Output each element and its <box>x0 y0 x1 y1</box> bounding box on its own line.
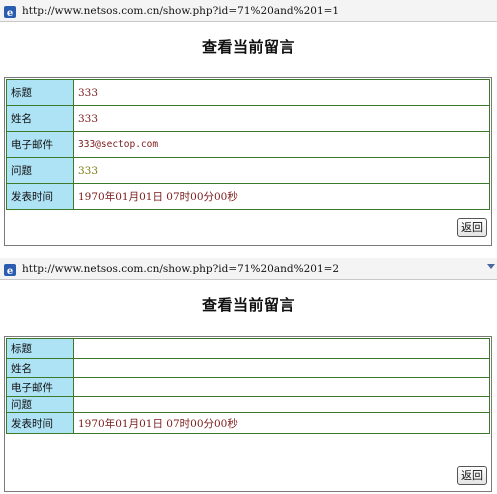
screen-false-condition: e http://www.netsos.com.cn/show.php?id=7… <box>0 258 497 494</box>
table-row: 电子邮件 333@sectop.com <box>6 131 490 158</box>
screen-true-condition: e http://www.netsos.com.cn/show.php?id=7… <box>0 0 497 248</box>
address-bar[interactable]: e http://www.netsos.com.cn/show.php?id=7… <box>0 0 497 22</box>
address-bar[interactable]: e http://www.netsos.com.cn/show.php?id=7… <box>0 258 497 280</box>
ie-page-icon: e <box>3 262 17 277</box>
svg-text:e: e <box>7 8 13 19</box>
table-row: 发表时间 1970年01月01日 07时00分00秒 <box>6 412 490 434</box>
row-label-post-time: 发表时间 <box>6 412 74 434</box>
row-value-name: 333 <box>73 105 490 132</box>
table-row: 姓名 333 <box>6 105 490 132</box>
row-label-email: 电子邮件 <box>6 377 74 397</box>
row-value-email: 333@sectop.com <box>73 131 490 158</box>
table-row: 标题 <box>6 338 490 359</box>
back-button[interactable]: 返回 <box>457 466 487 485</box>
row-label-title: 标题 <box>6 338 74 359</box>
row-label-title: 标题 <box>6 79 74 106</box>
screen-divider <box>0 248 497 258</box>
address-url[interactable]: http://www.netsos.com.cn/show.php?id=71%… <box>22 263 339 275</box>
row-value-name <box>73 358 490 378</box>
row-value-question: 333 <box>73 157 490 184</box>
row-value-post-time: 1970年01月01日 07时00分00秒 <box>73 412 490 434</box>
page-title: 查看当前留言 <box>201 38 295 56</box>
row-label-email: 电子邮件 <box>6 131 74 158</box>
row-label-question: 问题 <box>6 396 74 413</box>
ie-page-icon: e <box>3 4 17 19</box>
svg-text:e: e <box>7 266 13 277</box>
table-row: 电子邮件 <box>6 377 490 397</box>
page-title: 查看当前留言 <box>201 296 295 314</box>
back-button[interactable]: 返回 <box>457 218 487 237</box>
table-row: 问题 <box>6 396 490 413</box>
dropdown-arrow-icon[interactable] <box>487 264 495 269</box>
row-label-question: 问题 <box>6 157 74 184</box>
table-row: 发表时间 1970年01月01日 07时00分00秒 <box>6 183 490 210</box>
message-table: 标题 姓名 电子邮件 问题 发表时间 1970年01月01日 07时00分00秒 <box>6 338 490 434</box>
row-value-email <box>73 377 490 397</box>
table-row: 问题 333 <box>6 157 490 184</box>
row-value-post-time: 1970年01月01日 07时00分00秒 <box>73 183 490 210</box>
message-box: 标题 姓名 电子邮件 问题 发表时间 1970年01月01日 07时00分00秒… <box>4 336 492 492</box>
table-row: 姓名 <box>6 358 490 378</box>
address-url[interactable]: http://www.netsos.com.cn/show.php?id=71%… <box>22 5 339 17</box>
message-table: 标题 333 姓名 333 电子邮件 333@sectop.com 问题 333… <box>6 79 490 210</box>
row-label-post-time: 发表时间 <box>6 183 74 210</box>
row-value-title: 333 <box>73 79 490 106</box>
row-value-title <box>73 338 490 359</box>
row-label-name: 姓名 <box>6 105 74 132</box>
message-box: 标题 333 姓名 333 电子邮件 333@sectop.com 问题 333… <box>4 77 492 246</box>
table-row: 标题 333 <box>6 79 490 106</box>
row-value-question <box>73 396 490 413</box>
row-label-name: 姓名 <box>6 358 74 378</box>
